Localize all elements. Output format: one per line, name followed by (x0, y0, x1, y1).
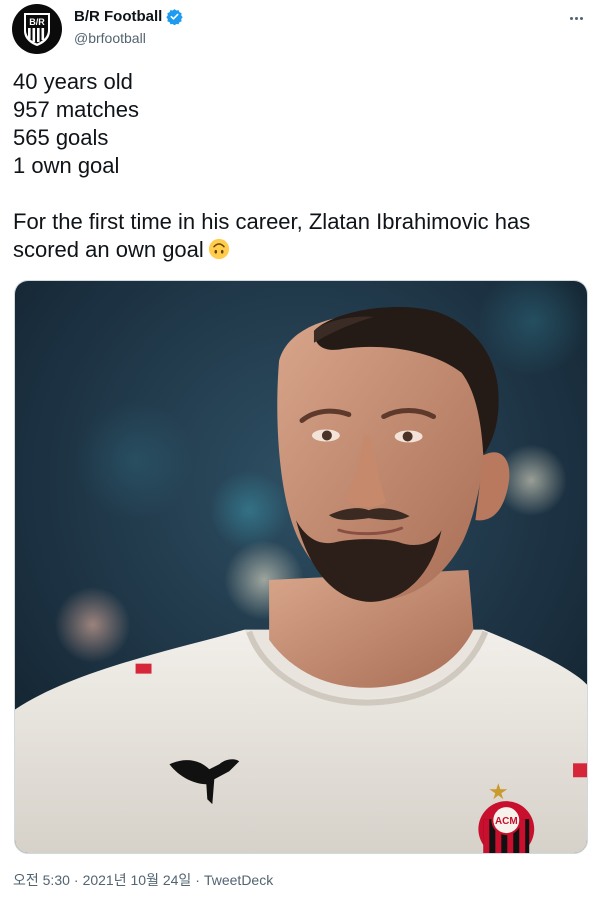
tweet-line: For the first time in his career, Zlatan… (13, 209, 531, 234)
handle[interactable]: @brfootball (74, 30, 146, 46)
tweet-time[interactable]: 오전 5:30 (13, 870, 70, 890)
more-icon[interactable] (564, 6, 588, 30)
verified-badge-icon (166, 9, 183, 25)
tweet-line: 1 own goal (13, 153, 120, 178)
br-logo-icon: B/R (24, 13, 50, 46)
player-photo: ACM (15, 281, 587, 853)
avatar[interactable]: B/R (12, 4, 62, 54)
upside-down-face-icon (208, 238, 229, 260)
tweet-source[interactable]: TweetDeck (204, 872, 273, 888)
name-row: B/R Football (74, 8, 183, 25)
tweet-text: 40 years old 957 matches 565 goals 1 own… (13, 68, 587, 264)
meta-separator: · (195, 872, 200, 888)
tweet-header: B/R B/R Football @brfootball (12, 4, 588, 56)
meta-separator: · (73, 872, 79, 888)
tweet-line: 957 matches (13, 97, 139, 122)
tweet-line-last: scored an own goal (13, 236, 587, 264)
tweet-line: 565 goals (13, 125, 109, 150)
tweet-photo[interactable]: ACM (14, 280, 588, 854)
tweet-meta: 오전 5:30 · 2021년 10월 24일 · TweetDeck (13, 870, 273, 890)
tweet-line: 40 years old (13, 69, 133, 94)
tweet-date[interactable]: 2021년 10월 24일 (83, 870, 192, 890)
shirt-logo: ACM (495, 816, 518, 827)
display-name[interactable]: B/R Football (74, 8, 162, 25)
avatar-letters: B/R (29, 17, 45, 27)
